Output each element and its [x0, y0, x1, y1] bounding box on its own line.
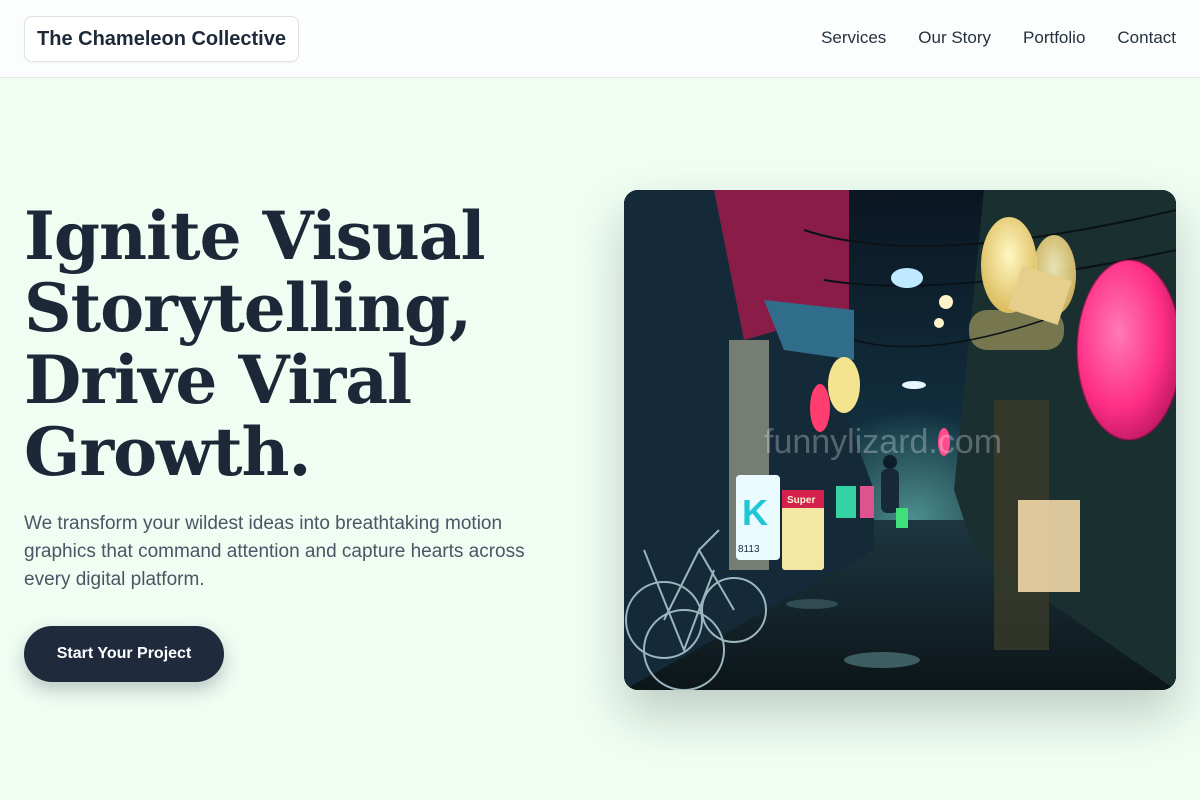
main-nav: Services Our Story Portfolio Contact: [821, 28, 1176, 48]
hero-title-line-3: Drive Viral: [24, 341, 412, 419]
green-sign: [836, 486, 856, 518]
hanging-lamp-3: [934, 318, 944, 328]
yellow-lantern-alley: [828, 357, 860, 413]
hanging-lamp-1: [891, 268, 923, 288]
night-alley-illustration: K 8113 Super funnylizard.com: [624, 190, 1176, 690]
hero-title-line-2: Storytelling,: [24, 269, 472, 347]
neon-sign-k-letter: K: [742, 492, 768, 533]
right-menu-board: [1018, 500, 1080, 592]
pink-sign: [860, 486, 874, 518]
site-header: The Chameleon Collective Services Our St…: [0, 0, 1200, 78]
nav-link-portfolio[interactable]: Portfolio: [1023, 28, 1085, 48]
nav-link-our-story[interactable]: Our Story: [918, 28, 991, 48]
hero-title: Ignite Visual Storytelling, Drive Viral …: [24, 200, 584, 488]
hanging-lamp-2: [939, 295, 953, 309]
hero-title-line-1: Ignite Visual: [24, 197, 486, 275]
ground-grate: [786, 599, 838, 609]
nav-link-services[interactable]: Services: [821, 28, 886, 48]
start-project-button[interactable]: Start Your Project: [24, 626, 224, 682]
image-watermark: funnylizard.com: [764, 423, 1002, 461]
sign-number-text: 8113: [738, 544, 760, 555]
super-sign-text: Super: [787, 495, 815, 506]
hanging-lamp-4: [902, 381, 926, 389]
hero-image: K 8113 Super funnylizard.com: [624, 190, 1176, 690]
nav-link-contact[interactable]: Contact: [1117, 28, 1176, 48]
hero-title-line-4: Growth.: [24, 413, 311, 491]
manhole-cover: [844, 652, 920, 668]
brand-logo-button[interactable]: The Chameleon Collective: [24, 16, 299, 62]
hero-subtitle: We transform your wildest ideas into bre…: [24, 513, 525, 590]
